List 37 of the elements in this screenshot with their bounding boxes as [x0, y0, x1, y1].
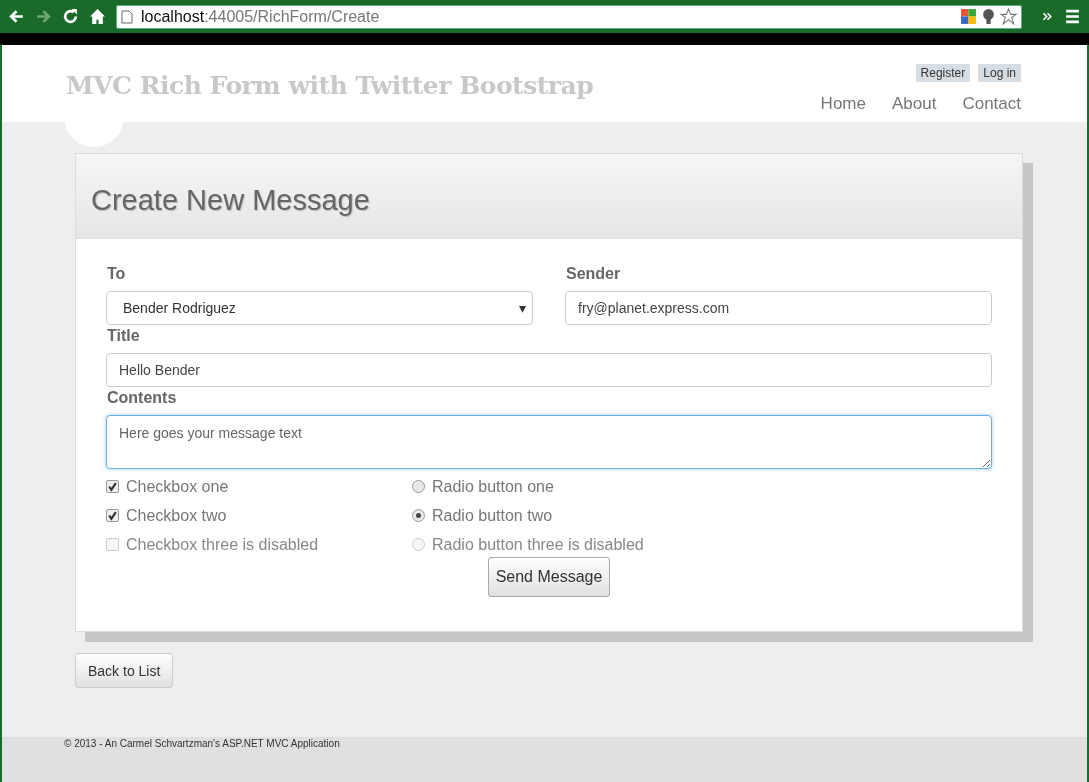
recipient-dropdown[interactable]: Bender Rodriguez ▾ [106, 291, 533, 325]
url-path[interactable]: :44005/RichForm/Create [204, 7, 380, 26]
field-label: To [107, 265, 127, 283]
footer-text: © 2013 - An Carmel Schvartzman's ASP.NET MVC Application [64, 738, 340, 749]
send-message-button[interactable]: Send Message [487, 557, 611, 597]
sender-field[interactable]: fry@planet.express.com [565, 291, 992, 325]
reload-icon[interactable] [62, 8, 79, 25]
contents-field[interactable]: Here goes your message text [106, 415, 992, 469]
field-label: Sender [566, 265, 622, 283]
radio-button[interactable] [412, 509, 425, 522]
menu-icon[interactable] [1064, 8, 1081, 25]
back-arrow-icon[interactable] [8, 8, 25, 25]
checkbox[interactable] [106, 509, 119, 522]
radio-label: Radio button one [432, 477, 554, 496]
nav-link[interactable]: Home [820, 94, 866, 114]
radio-label: Radio button two [432, 506, 553, 525]
account-link[interactable]: Register [915, 64, 971, 82]
url-host[interactable]: localhost [141, 7, 205, 26]
back-to-list-button[interactable]: Back to List [75, 653, 174, 688]
checkbox-label: Checkbox one [126, 477, 229, 496]
lightbulb-icon[interactable] [980, 8, 997, 25]
checkbox-label: Checkbox two [126, 506, 227, 525]
radio-label: Radio button three is disabled [432, 535, 644, 554]
nav-link[interactable]: About [891, 94, 937, 114]
radio-button[interactable] [412, 480, 425, 493]
extension-icon[interactable] [960, 8, 977, 25]
checkbox-label: Checkbox three is disabled [126, 535, 319, 554]
page-icon [121, 9, 133, 24]
checkbox[interactable] [106, 480, 119, 493]
account-link[interactable]: Log in [978, 64, 1021, 82]
nav-link[interactable]: Contact [962, 94, 1021, 114]
star-icon[interactable] [1000, 8, 1017, 25]
form-heading: Create New Message [91, 183, 370, 217]
field-label: Contents [107, 389, 178, 407]
field-label: Title [107, 327, 141, 345]
home-icon[interactable] [89, 8, 106, 25]
title-field[interactable]: Hello Bender [106, 353, 992, 387]
